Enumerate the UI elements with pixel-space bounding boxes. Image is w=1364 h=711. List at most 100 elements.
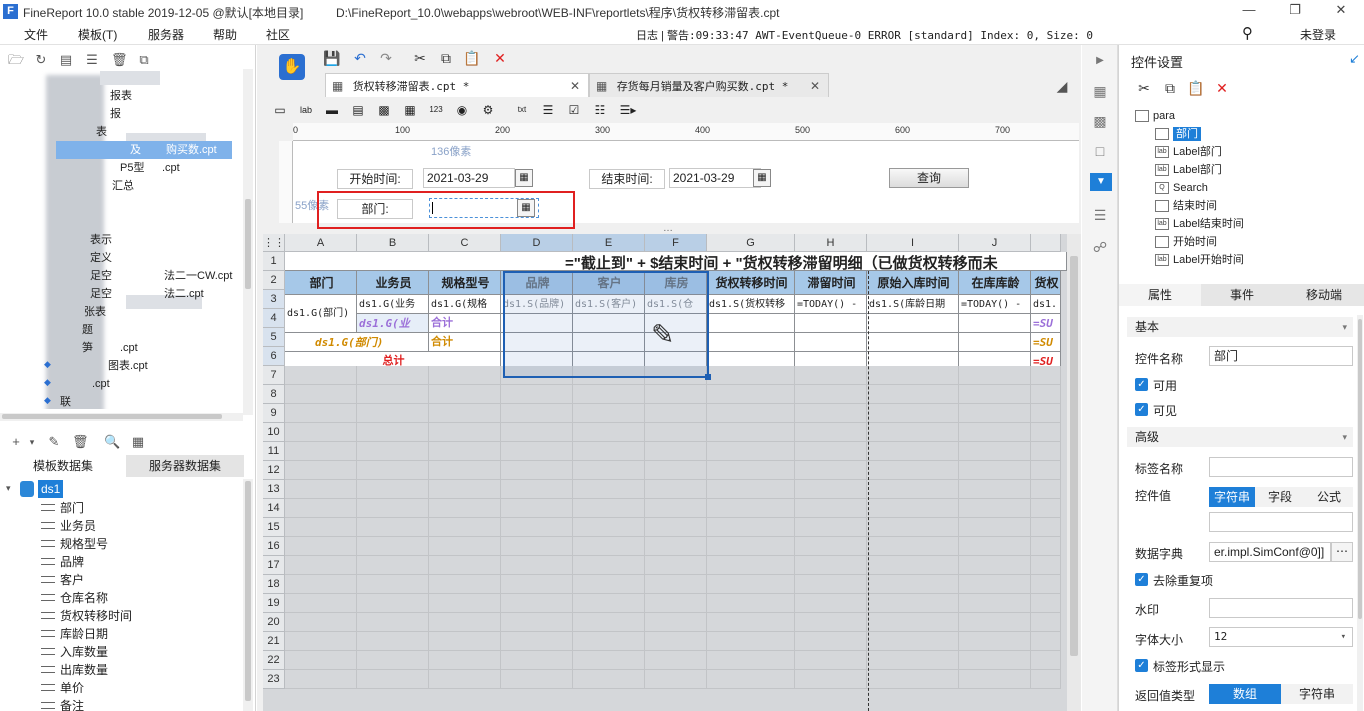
empty-cell[interactable]	[1031, 632, 1061, 651]
tree-widget-icon[interactable]: ⚙	[479, 101, 497, 119]
empty-cell[interactable]	[645, 575, 707, 594]
empty-cell[interactable]	[285, 613, 357, 632]
empty-cell[interactable]	[867, 314, 959, 333]
empty-cell[interactable]	[645, 423, 707, 442]
dataset-field[interactable]: 客户	[60, 571, 84, 589]
fill-handle[interactable]	[705, 374, 711, 380]
dataset-field[interactable]: 库龄日期	[60, 625, 108, 643]
column-header[interactable]: F	[645, 234, 707, 252]
empty-cell[interactable]	[573, 537, 645, 556]
textarea-widget-icon[interactable]: ▩	[375, 101, 393, 119]
widget-tree-item[interactable]: lab Label结束时间	[1155, 215, 1244, 233]
empty-cell[interactable]	[959, 333, 1031, 352]
empty-cell[interactable]	[501, 385, 573, 404]
empty-cell[interactable]	[357, 442, 429, 461]
hyperlink-icon[interactable]: ☍	[1090, 237, 1110, 257]
empty-cell[interactable]	[501, 537, 573, 556]
empty-cell[interactable]	[959, 442, 1031, 461]
date-widget-icon[interactable]: ▦	[401, 101, 419, 119]
header-cell[interactable]: 规格型号	[429, 271, 501, 295]
visible-checkbox[interactable]: ✓	[1135, 403, 1148, 416]
empty-cell[interactable]	[573, 632, 645, 651]
enabled-checkbox[interactable]: ✓	[1135, 378, 1148, 391]
empty-cell[interactable]	[645, 670, 707, 689]
copy-icon[interactable]: ⧉	[136, 52, 152, 68]
empty-cell[interactable]	[645, 594, 707, 613]
collapse-icon[interactable]: ↙	[1349, 51, 1360, 67]
chevron-right-icon[interactable]: ▶	[1090, 51, 1110, 71]
tree-item[interactable]: .cpt	[162, 159, 180, 177]
widget-tree-item[interactable]: lab Label部门	[1155, 161, 1222, 179]
empty-cell[interactable]	[795, 594, 867, 613]
empty-cell[interactable]	[795, 404, 867, 423]
empty-cell[interactable]	[285, 366, 357, 385]
tree-scrollbar[interactable]	[243, 69, 253, 415]
add-dataset-icon[interactable]: +	[8, 434, 24, 450]
empty-cell[interactable]	[959, 480, 1031, 499]
empty-cell[interactable]	[867, 442, 959, 461]
empty-cell[interactable]	[707, 537, 795, 556]
empty-cell[interactable]	[959, 314, 1031, 333]
empty-cell[interactable]	[429, 537, 501, 556]
scroll-thumb[interactable]	[245, 481, 251, 701]
empty-cell[interactable]	[573, 461, 645, 480]
widget-tree-item[interactable]: 部门	[1155, 125, 1201, 143]
empty-cell[interactable]	[795, 613, 867, 632]
grid-vscrollbar[interactable]	[1067, 234, 1081, 711]
empty-cell[interactable]	[573, 575, 645, 594]
edit-icon[interactable]: ✎	[46, 434, 62, 450]
tree-item[interactable]: 法二.cpt	[164, 285, 204, 303]
data-cell[interactable]: ds1.G(规格	[429, 295, 501, 314]
subtotal-cell[interactable]: ds1.G(部门)	[285, 333, 429, 352]
dataset-field[interactable]: 部门	[60, 499, 84, 517]
dataset-field[interactable]: 单价	[60, 679, 84, 697]
empty-cell[interactable]	[429, 480, 501, 499]
empty-cell[interactable]	[867, 499, 959, 518]
dataset-name[interactable]: ds1	[38, 480, 64, 498]
empty-cell[interactable]	[707, 499, 795, 518]
empty-cell[interactable]	[285, 461, 357, 480]
empty-cell[interactable]	[1031, 480, 1061, 499]
empty-cell[interactable]	[795, 366, 867, 385]
tree-item[interactable]: 报表	[110, 87, 132, 105]
open-icon[interactable]: ▤	[58, 52, 74, 68]
data-cell[interactable]: =TODAY() -	[959, 295, 1031, 314]
subtotal-cell[interactable]: 合计	[429, 333, 501, 352]
tree-item[interactable]: 笋	[82, 339, 93, 357]
tree-item[interactable]: 定义	[90, 249, 112, 267]
row-header[interactable]: 8	[263, 385, 285, 404]
row-header[interactable]: 12	[263, 461, 285, 480]
empty-cell[interactable]	[795, 518, 867, 537]
column-header[interactable]: H	[795, 234, 867, 252]
empty-cell[interactable]	[573, 423, 645, 442]
empty-cell[interactable]	[795, 461, 867, 480]
empty-cell[interactable]	[707, 314, 795, 333]
row-header[interactable]: 6	[263, 347, 285, 366]
empty-cell[interactable]	[959, 575, 1031, 594]
empty-cell[interactable]	[429, 499, 501, 518]
chevron-down-icon[interactable]: ▾	[1342, 427, 1347, 447]
empty-cell[interactable]	[357, 423, 429, 442]
empty-cell[interactable]	[1031, 556, 1061, 575]
empty-cell[interactable]	[357, 613, 429, 632]
empty-cell[interactable]	[429, 632, 501, 651]
empty-cell[interactable]	[707, 632, 795, 651]
condition-attribute-icon[interactable]: ☰	[1090, 205, 1110, 225]
menu-server[interactable]: 服务器	[148, 26, 184, 43]
empty-cell[interactable]	[285, 385, 357, 404]
row-header[interactable]: 23	[263, 670, 285, 689]
tree-item[interactable]: 足空	[90, 285, 112, 303]
tab-active[interactable]: ▦ 货权转移滞留表.cpt * ✕	[325, 73, 589, 97]
empty-cell[interactable]	[357, 499, 429, 518]
empty-cell[interactable]	[867, 632, 959, 651]
empty-cell[interactable]	[1031, 385, 1061, 404]
empty-cell[interactable]	[1031, 613, 1061, 632]
empty-cell[interactable]	[357, 632, 429, 651]
header-cell[interactable]: 业务员	[357, 271, 429, 295]
empty-cell[interactable]	[501, 651, 573, 670]
menu-help[interactable]: 帮助	[213, 26, 237, 43]
empty-cell[interactable]	[429, 651, 501, 670]
data-cell[interactable]: ds1.S(库龄日期	[867, 295, 959, 314]
tree-item[interactable]: 足空	[90, 267, 112, 285]
empty-cell[interactable]	[1031, 537, 1061, 556]
